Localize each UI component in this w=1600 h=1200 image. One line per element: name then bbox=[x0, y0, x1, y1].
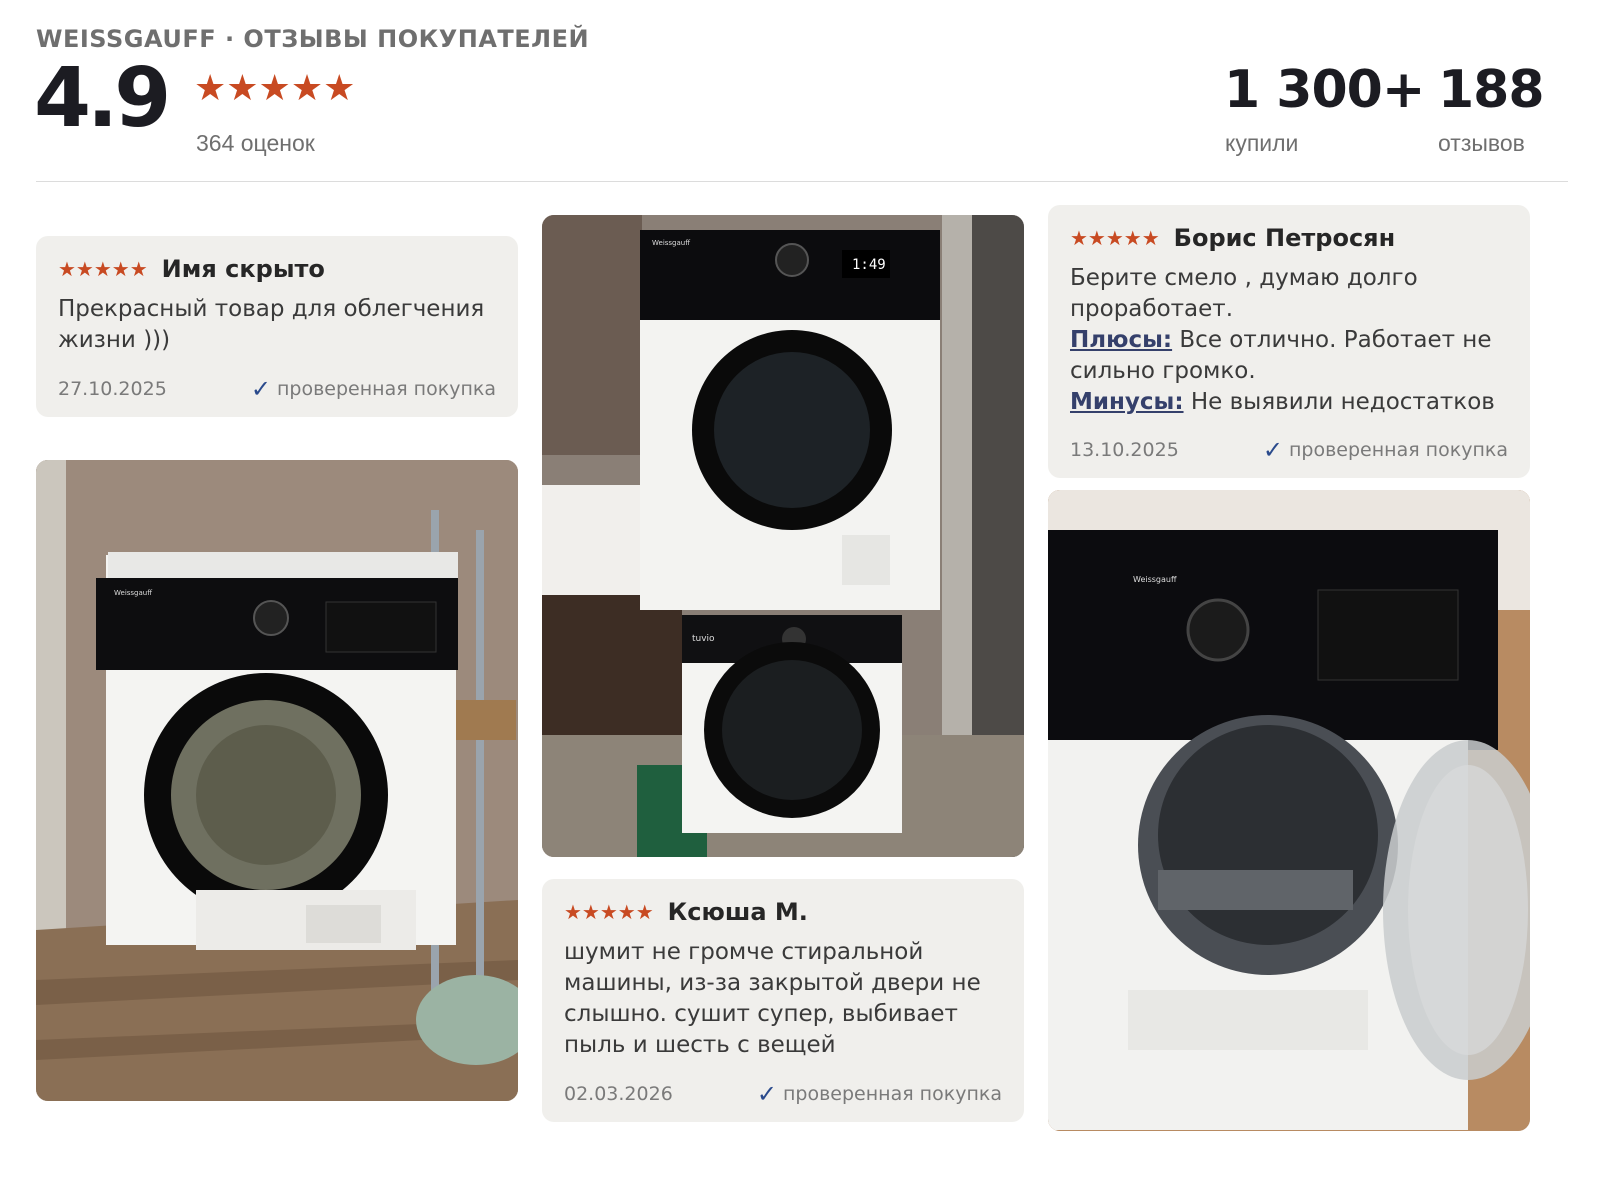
check-icon: ✓ bbox=[250, 375, 271, 403]
display-readout: 1:49 bbox=[852, 257, 886, 273]
review-photo[interactable]: Weissgauff 1:49 tuvio bbox=[542, 215, 1024, 857]
brand-mark: Weissgauff bbox=[652, 239, 690, 247]
review-text: Берите смело , думаю долго проработает. … bbox=[1070, 263, 1508, 418]
review-text: Прекрасный товар для облегчения жизни ))… bbox=[58, 296, 485, 353]
check-icon: ✓ bbox=[1262, 436, 1283, 464]
review-stars: ★★★★★ bbox=[58, 257, 148, 281]
review-author: Ксюша М. bbox=[667, 898, 808, 926]
review-card: ★★★★★ Имя скрыто Прекрасный товар для об… bbox=[36, 236, 518, 417]
review-date: 27.10.2025 bbox=[58, 378, 167, 400]
rating-count: 364 оценок bbox=[196, 130, 315, 156]
stacked-appliances-image: Weissgauff 1:49 tuvio bbox=[542, 215, 1024, 857]
bought-label: купили bbox=[1225, 130, 1299, 156]
review-photo[interactable]: Weissgauff bbox=[36, 460, 518, 1101]
verified-badge: ✓ проверенная покупка bbox=[251, 375, 496, 403]
review-date: 13.10.2025 bbox=[1070, 439, 1179, 461]
pros-label: Плюсы: bbox=[1070, 327, 1173, 353]
reviews-label: отзывов bbox=[1438, 130, 1525, 156]
review-author: Имя скрыто bbox=[161, 255, 325, 283]
verified-badge: ✓ проверенная покупка bbox=[1263, 436, 1508, 464]
washer-mark: tuvio bbox=[692, 634, 715, 644]
rating-stars: ★★★★★ bbox=[194, 68, 356, 109]
cons-label: Минусы: bbox=[1070, 389, 1184, 415]
review-date: 02.03.2026 bbox=[564, 1083, 673, 1105]
review-author: Борис Петросян bbox=[1173, 224, 1396, 252]
open-dryer-image: Weissgauff bbox=[1048, 490, 1530, 1131]
verified-badge: ✓ проверенная покупка bbox=[757, 1080, 1002, 1108]
verified-label: проверенная покупка bbox=[1288, 439, 1508, 461]
verified-label: проверенная покупка bbox=[276, 378, 496, 400]
brand-mark: Weissgauff bbox=[114, 589, 152, 597]
reviews-count: 188 bbox=[1438, 60, 1545, 120]
review-card: ★★★★★ Ксюша М. шумит не громче стирально… bbox=[542, 879, 1024, 1122]
review-body: Берите смело , думаю долго проработает. bbox=[1070, 265, 1418, 322]
review-stars: ★★★★★ bbox=[1070, 226, 1160, 250]
review-photo[interactable]: Weissgauff bbox=[1048, 490, 1530, 1131]
dryer-photo-image: Weissgauff bbox=[36, 460, 518, 1101]
brand-mark: Weissgauff bbox=[1133, 575, 1177, 584]
cons-text: Не выявили недостатков bbox=[1190, 389, 1495, 415]
page-title: WEISSGAUFF · ОТЗЫВЫ ПОКУПАТЕЛЕЙ bbox=[36, 25, 590, 53]
bought-count: 1 300+ bbox=[1224, 60, 1425, 120]
review-stars: ★★★★★ bbox=[564, 900, 654, 924]
verified-label: проверенная покупка bbox=[782, 1083, 1002, 1105]
review-text: шумит не громче стиральной машины, из-за… bbox=[564, 939, 981, 1058]
review-card: ★★★★★ Борис Петросян Берите смело , дума… bbox=[1048, 205, 1530, 478]
check-icon: ✓ bbox=[756, 1080, 777, 1108]
average-rating: 4.9 bbox=[34, 51, 171, 146]
header-divider bbox=[36, 181, 1568, 182]
